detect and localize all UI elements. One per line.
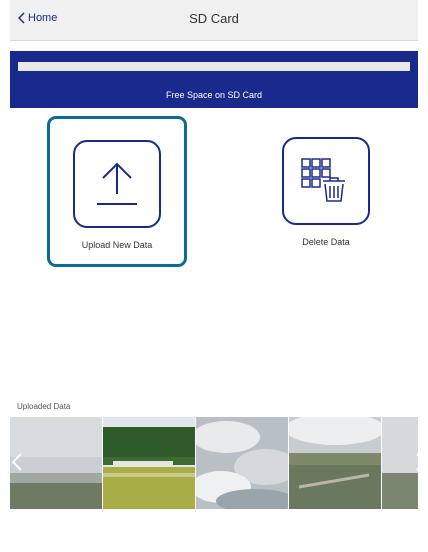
uploaded-image-thumbnail[interactable] [196, 417, 288, 509]
free-space-label: Free Space on SD Card [165, 90, 263, 100]
delete-icon-frame [282, 137, 370, 225]
sd-free-space-panel: Free Space on SD Card [10, 51, 418, 108]
uploaded-image-thumbnail[interactable] [103, 417, 195, 509]
upload-new-data-button[interactable]: Upload New Data [47, 116, 187, 267]
upload-new-data-label: Upload New Data [81, 240, 153, 250]
gallery-next-arrow-icon[interactable] [414, 452, 428, 472]
page-title: SD Card [189, 11, 239, 26]
delete-data-icon [301, 158, 345, 202]
uploaded-data-heading: Uploaded Data [17, 402, 71, 411]
free-space-bar [18, 62, 410, 71]
delete-data-button[interactable]: Delete Data [270, 137, 382, 257]
upload-icon [97, 162, 137, 205]
gallery-prev-arrow-icon[interactable] [10, 452, 24, 472]
uploaded-data-gallery [10, 417, 418, 509]
delete-data-label: Delete Data [302, 237, 350, 247]
uploaded-image-thumbnail[interactable] [382, 417, 418, 509]
uploaded-image-thumbnail[interactable] [289, 417, 381, 509]
free-space-fill [18, 62, 410, 71]
upload-icon-frame [73, 140, 161, 228]
top-bar: Home SD Card [10, 0, 418, 41]
